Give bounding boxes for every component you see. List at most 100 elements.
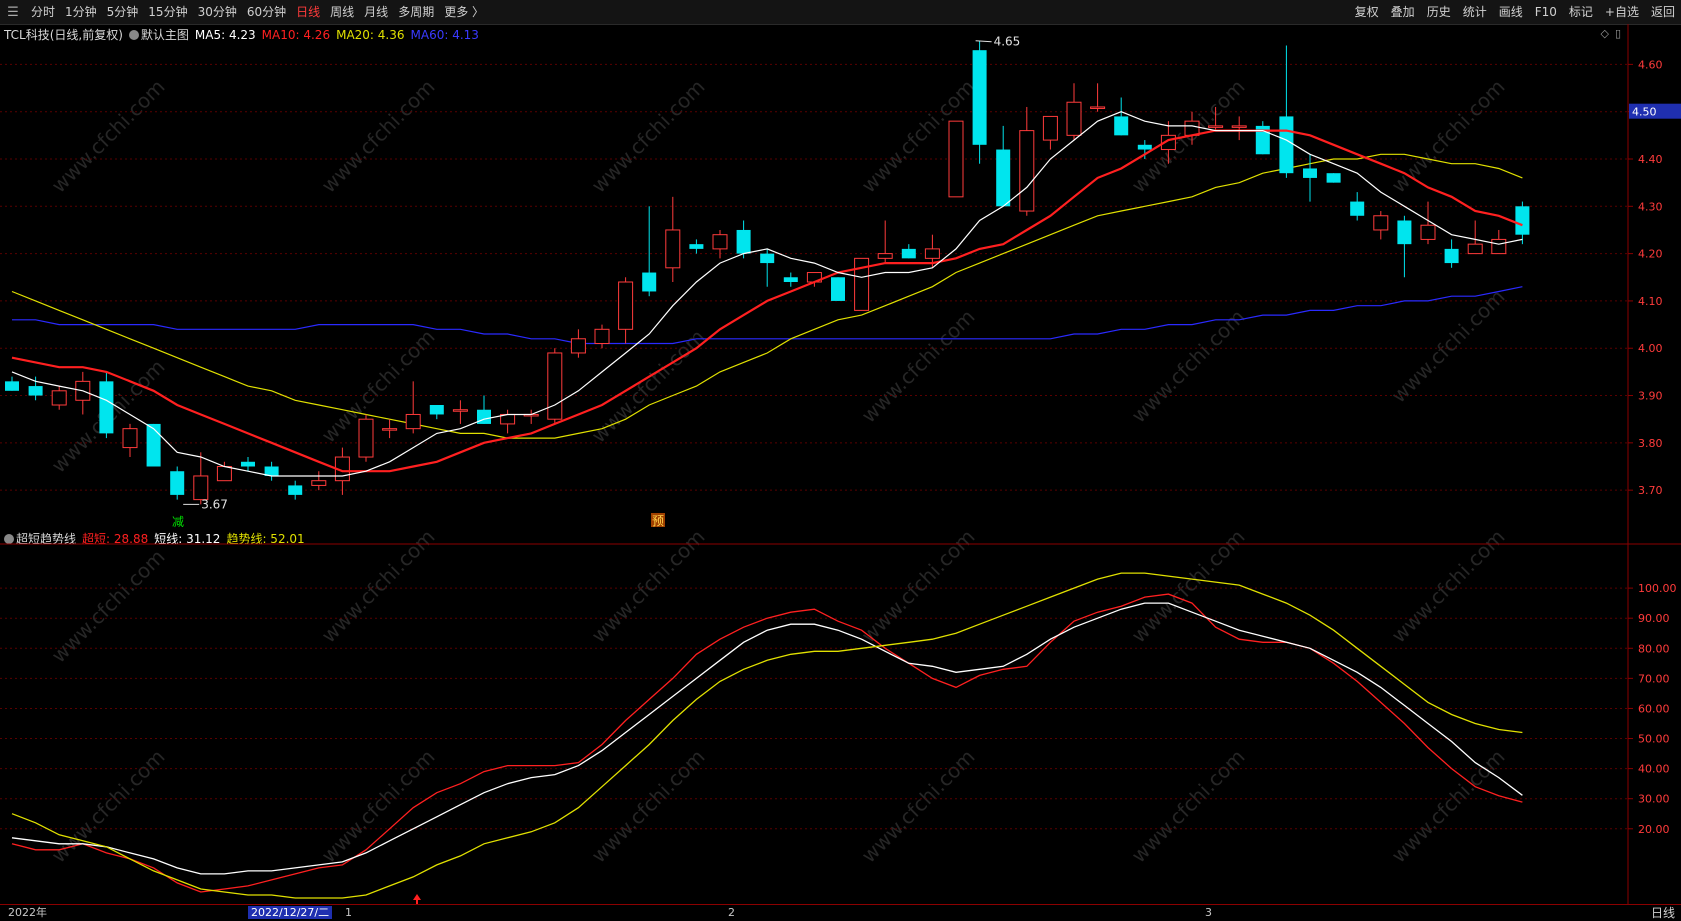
candle[interactable]: [288, 480, 303, 500]
indicator-axis-label: 60.00: [1638, 702, 1670, 715]
candle[interactable]: [311, 471, 327, 491]
candle[interactable]: [1491, 229, 1507, 255]
period-button-bottom[interactable]: 日线: [1651, 905, 1675, 921]
candle[interactable]: [1444, 239, 1459, 268]
candle[interactable]: [523, 409, 539, 424]
toolbar-button[interactable]: +自选: [1599, 0, 1645, 24]
period-tab[interactable]: 更多 〉: [439, 0, 489, 24]
candle[interactable]: [996, 125, 1011, 207]
candle[interactable]: [948, 120, 964, 198]
toolbar-button[interactable]: 叠加: [1385, 0, 1421, 24]
menu-icon[interactable]: ☰: [4, 3, 22, 21]
candle[interactable]: [831, 277, 845, 301]
candle-body: [452, 409, 468, 412]
candle[interactable]: [1019, 106, 1035, 216]
chart-area[interactable]: www.cfchi.com www.cfchi.com www.cfchi.com w…: [0, 24, 1681, 904]
toolbar-button[interactable]: 统计: [1457, 0, 1493, 24]
candle-body: [831, 277, 845, 301]
price-axis-label: 3.90: [1638, 390, 1663, 403]
candle[interactable]: [429, 405, 444, 420]
candle[interactable]: [1326, 173, 1341, 183]
period-tab[interactable]: 周线: [325, 0, 359, 24]
candle-body: [170, 471, 185, 495]
candle[interactable]: [1231, 116, 1247, 141]
candle[interactable]: [241, 457, 255, 472]
candle[interactable]: [1042, 115, 1058, 150]
candle[interactable]: [146, 423, 161, 467]
candle[interactable]: [170, 466, 185, 500]
watermark-text: www.cfchi.com: [1387, 525, 1510, 648]
candle-body: [358, 418, 374, 458]
price-axis-label: 4.60: [1638, 58, 1663, 71]
candle[interactable]: [1066, 83, 1082, 141]
candle[interactable]: [760, 248, 775, 287]
candle[interactable]: [358, 414, 374, 462]
candle[interactable]: [618, 277, 634, 344]
candle-body: [736, 229, 751, 254]
candle[interactable]: [1467, 220, 1483, 255]
candle[interactable]: [500, 409, 516, 434]
candle[interactable]: [972, 40, 987, 164]
candle[interactable]: [570, 329, 586, 358]
candle[interactable]: [51, 386, 67, 410]
candle-body: [241, 461, 255, 467]
period-tab[interactable]: 月线: [359, 0, 393, 24]
period-tab[interactable]: 30分钟: [193, 0, 242, 24]
candles-group: [5, 40, 1530, 505]
candle[interactable]: [405, 381, 421, 434]
period-tab[interactable]: 分时: [26, 0, 60, 24]
candle-body: [547, 352, 563, 420]
period-tab[interactable]: 5分钟: [102, 0, 144, 24]
candle[interactable]: [264, 461, 279, 481]
candle[interactable]: [452, 400, 468, 424]
candle[interactable]: [1090, 83, 1106, 112]
watermark-text: www.cfchi.com: [587, 745, 710, 868]
candle[interactable]: [382, 419, 398, 439]
period-tab[interactable]: 多周期: [393, 0, 439, 24]
toolbar-button[interactable]: 画线: [1493, 0, 1529, 24]
toolbar-button[interactable]: 标记: [1563, 0, 1599, 24]
candle-body: [1303, 168, 1317, 178]
candle[interactable]: [122, 423, 138, 458]
candle-body: [642, 272, 657, 292]
candle[interactable]: [1350, 192, 1365, 221]
candle[interactable]: [689, 239, 704, 254]
candle-body: [1231, 125, 1247, 128]
period-tab[interactable]: 日线: [291, 0, 325, 24]
candle[interactable]: [547, 348, 563, 424]
candle[interactable]: [783, 272, 798, 287]
date-cursor-box: 2022/12/27/二: [248, 906, 333, 919]
candle-body: [901, 248, 916, 259]
candle[interactable]: [1373, 211, 1389, 240]
candle[interactable]: [877, 220, 893, 264]
candle-body: [1090, 106, 1106, 109]
period-tab[interactable]: 15分钟: [143, 0, 192, 24]
watermark-text: www.cfchi.com: [1127, 745, 1250, 868]
candle-body: [712, 234, 728, 250]
candle[interactable]: [594, 324, 610, 349]
candle[interactable]: [5, 376, 19, 391]
candle[interactable]: [1397, 215, 1412, 278]
candle[interactable]: [1303, 154, 1317, 202]
candle[interactable]: [1114, 97, 1129, 136]
candle-body: [382, 428, 398, 431]
candle[interactable]: [99, 371, 114, 439]
toolbar-button[interactable]: 复权: [1349, 0, 1385, 24]
candle[interactable]: [28, 376, 43, 401]
candle[interactable]: [665, 196, 681, 282]
candle[interactable]: [642, 206, 657, 297]
indicator-series-line: [11, 593, 1523, 893]
toolbar-button[interactable]: 返回: [1645, 0, 1681, 24]
high-price-pointer: [975, 40, 992, 43]
signal-jian: 减: [172, 515, 184, 529]
candle[interactable]: [1255, 121, 1270, 155]
candle-body: [1467, 243, 1483, 255]
period-tab[interactable]: 60分钟: [242, 0, 291, 24]
toolbar-button[interactable]: F10: [1529, 0, 1563, 24]
indicator-axis-label: 80.00: [1638, 642, 1670, 655]
period-tab[interactable]: 1分钟: [60, 0, 102, 24]
indicator-axis-label: 40.00: [1638, 763, 1670, 776]
toolbar-button[interactable]: 历史: [1421, 0, 1457, 24]
candle-body: [216, 466, 232, 482]
candle[interactable]: [901, 244, 916, 259]
